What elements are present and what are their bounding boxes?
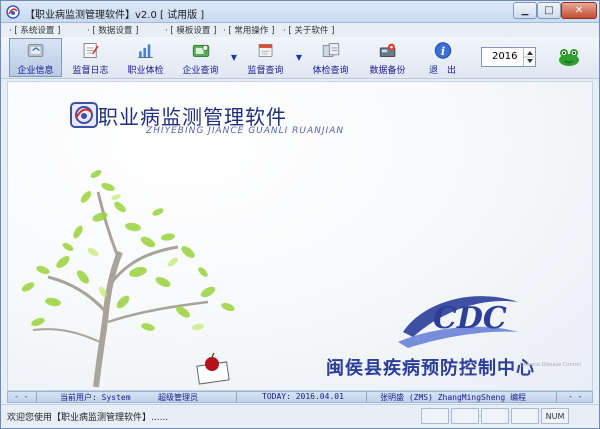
spin-arrows-icon [524,51,536,63]
app-window: 【职业病监测管理软件】v2.0 [ 试用版 ] ▁ □ ✕ · [ 系统设置 ]… [0,0,600,429]
status-ovr: NUM [541,408,569,424]
tree-illustration [21,170,235,388]
chevron-down-icon: ▼ [230,52,238,62]
current-user: 当前用户: System [60,393,131,402]
chevron-down-icon: ▼ [295,52,303,62]
exit-icon: i [434,42,451,59]
toolbar-enterprise-query-button[interactable]: 企业查询 [174,38,227,77]
watermark-text: Chinese Disease Control [520,362,581,368]
status-scrl [481,408,509,424]
toolbar: 企业信息 监督日志 职业体检 企业查询 ▼ 监督查询 ▼ 体检查询 数据备份 i… [1,37,599,79]
toolbar-label: 企业信息 [17,66,54,76]
app-logo-icon [70,102,98,128]
svg-text:i: i [440,44,444,58]
status-ins [511,408,539,424]
minimize-icon: ▁ [521,5,529,16]
separator [236,392,237,402]
toolbar-label: 监督日志 [72,66,109,76]
toolbar-backup-button[interactable]: 数据备份 [361,38,414,77]
year-spin-buttons[interactable] [523,48,536,66]
app-logo-icon [6,5,20,19]
supervision-query-icon [258,44,272,57]
exam-query-icon [322,43,339,57]
toolbar-exam-query-button[interactable]: 体检查询 [304,38,357,77]
main-panel: 职业病监测管理软件 ZHIYEBING JIANCE GUANLI RUANJI… [7,81,593,391]
toolbar-label: 退 出 [428,66,456,76]
separator [366,392,367,402]
title-bar: 【职业病监测管理软件】v2.0 [ 试用版 ] ▁ □ ✕ [1,1,599,23]
banner-pinyin: ZHIYEBING JIANCE GUANLI RUANJIAN [146,126,345,136]
toolbar-label: 职业体检 [127,66,164,76]
toolbar-health-exam-button[interactable]: 职业体检 [119,38,172,77]
maximize-button[interactable]: □ [537,2,561,19]
year-value: 2016 [492,51,518,62]
close-button[interactable]: ✕ [561,2,597,19]
menu-about-software[interactable]: · [ 关于软件 ] [283,24,334,36]
toolbar-label: 企业查询 [182,66,219,76]
status-welcome: 欢迎您使用【职业病监测管理软件】...... [7,413,169,423]
enterprise-query-dropdown[interactable]: ▼ [230,49,238,65]
info-strip: - - 当前用户: System 超级管理员 TODAY: 2016.04.01… [7,391,593,403]
year-spinner[interactable]: 2016 [481,47,536,67]
supervision-query-dropdown[interactable]: ▼ [295,49,303,65]
toolbar-supervision-query-button[interactable]: 监督查询 [239,38,292,77]
separator [36,392,37,402]
toolbar-supervision-log-button[interactable]: 监督日志 [64,38,117,77]
menu-template-settings[interactable]: · [ 模板设置 ] [165,24,216,36]
cdc-center-name: 闽侯县疾病预防控制中心 [326,358,535,379]
menu-common-operations[interactable]: · [ 常用操作 ] [223,24,274,36]
dash: - - [568,392,583,401]
status-caps [421,408,449,424]
health-exam-icon [137,44,153,58]
menu-bar: · [ 系统设置 ] · [ 数据设置 ] · [ 模板设置 ] · [ 常用操… [1,23,599,37]
toolbar-label: 体检查询 [312,66,349,76]
enterprise-query-icon [192,44,209,57]
backup-icon [379,43,395,57]
toolbar-exit-button[interactable]: i 退 出 [416,38,469,77]
toolbar-enterprise-info-button[interactable]: 企业信息 [9,38,62,77]
svg-text:CDC: CDC [433,301,507,336]
window-title: 【职业病监测管理软件】v2.0 [ 试用版 ] [25,10,205,21]
dash: - - [14,392,29,401]
minimize-button[interactable]: ▁ [513,2,537,19]
separator [556,392,557,402]
enterprise-info-icon [27,44,43,57]
user-role: 超级管理员 [158,393,198,402]
apple-book-icon [196,352,230,385]
frog-mascot-icon [559,49,579,66]
status-bar: 欢迎您使用【职业病监测管理软件】...... NUM [1,404,599,428]
cdc-logo-icon: CDC [398,296,518,348]
close-icon: ✕ [574,5,584,16]
menu-data-settings[interactable]: · [ 数据设置 ] [87,24,138,36]
supervision-log-icon [83,43,99,58]
menu-system-settings[interactable]: · [ 系统设置 ] [9,24,60,36]
status-num [451,408,479,424]
author-credit: 张明盛 (ZMS) ZhangMingSheng 编程 [380,393,526,402]
maximize-icon: □ [544,5,554,16]
toolbar-label: 监督查询 [247,66,284,76]
toolbar-label: 数据备份 [369,66,406,76]
today-date: TODAY: 2016.04.01 [262,392,344,401]
